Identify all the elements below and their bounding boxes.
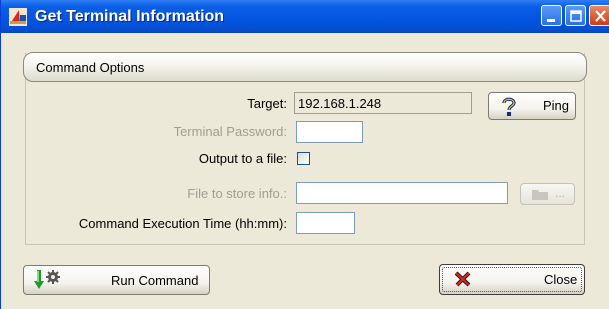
target-label: Target: xyxy=(247,96,287,111)
run-command-button[interactable]: Run Command xyxy=(23,265,210,295)
close-x-icon xyxy=(595,10,606,22)
output-to-file-label: Output to a file: xyxy=(198,151,287,166)
window-title: Get Terminal Information xyxy=(35,8,225,25)
dialog-window: Get Terminal Information Command Options… xyxy=(0,0,609,309)
window-close-button[interactable] xyxy=(589,5,609,26)
close-label: Close xyxy=(544,272,578,287)
app-icon xyxy=(9,8,27,26)
output-to-file-checkbox[interactable] xyxy=(297,152,310,165)
file-to-store-field[interactable] xyxy=(296,182,508,204)
minimize-icon xyxy=(547,19,555,22)
help-question-icon xyxy=(502,97,516,116)
target-field[interactable] xyxy=(294,92,472,114)
red-x-icon xyxy=(454,271,471,287)
browse-button[interactable]: ... xyxy=(520,183,575,205)
folder-icon xyxy=(532,190,548,200)
maximize-icon xyxy=(570,10,582,22)
group-header: Command Options xyxy=(23,52,587,82)
terminal-password-label: Terminal Password: xyxy=(173,124,287,139)
file-to-store-label: File to store info.: xyxy=(187,186,287,201)
run-command-label: Run Command xyxy=(111,273,199,288)
close-button[interactable]: Close xyxy=(439,264,585,295)
title-bar[interactable]: Get Terminal Information xyxy=(1,0,609,33)
ping-button[interactable]: Ping xyxy=(488,92,576,120)
group-title: Command Options xyxy=(36,60,145,75)
terminal-password-field[interactable] xyxy=(296,121,363,143)
run-gear-arrow-icon xyxy=(34,270,60,289)
maximize-button[interactable] xyxy=(565,5,586,26)
ping-label: Ping xyxy=(543,98,570,113)
execution-time-label: Command Execution Time (hh:mm): xyxy=(78,216,287,231)
minimize-button[interactable] xyxy=(541,5,562,26)
execution-time-field[interactable] xyxy=(296,212,355,234)
browse-label: ... xyxy=(555,186,566,200)
